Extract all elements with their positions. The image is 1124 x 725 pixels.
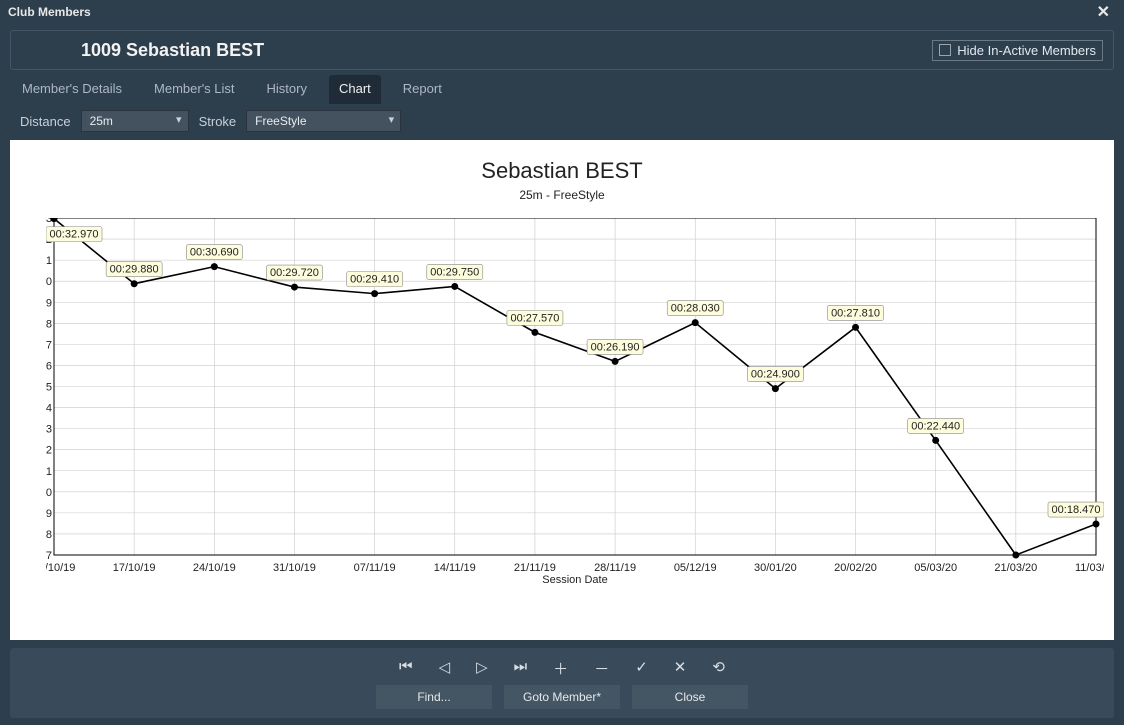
svg-text:18: 18 — [46, 529, 52, 541]
svg-text:05/03/20: 05/03/20 — [914, 562, 957, 574]
next-icon[interactable]: ▷ — [476, 658, 488, 679]
svg-text:23: 23 — [46, 424, 52, 436]
chart-title: Sebastian BEST — [10, 140, 1114, 184]
window-title: Club Members — [8, 5, 91, 19]
stroke-select[interactable]: FreeStyle — [246, 110, 401, 132]
add-icon[interactable]: ＋ — [553, 658, 568, 679]
svg-text:00:22.440: 00:22.440 — [911, 420, 960, 432]
refresh-icon[interactable]: ⟲ — [712, 658, 725, 679]
footer-panel: ⏮ ◁ ▷ ⏭ ＋ － ✓ ✕ ⟲ Find... Goto Member* C… — [10, 648, 1114, 718]
hide-inactive-label: Hide In-Active Members — [957, 43, 1096, 58]
distance-label: Distance — [20, 114, 71, 129]
goto-member-button[interactable]: Goto Member* — [504, 685, 620, 709]
tab-report[interactable]: Report — [393, 75, 452, 104]
svg-text:21: 21 — [46, 466, 52, 478]
svg-text:30: 30 — [46, 276, 52, 288]
member-title: 1009 Sebastian BEST — [81, 40, 264, 61]
tab-chart[interactable]: Chart — [329, 75, 381, 104]
svg-text:00:28.030: 00:28.030 — [671, 303, 720, 315]
svg-text:19: 19 — [46, 508, 52, 520]
record-nav: ⏮ ◁ ▷ ⏭ ＋ － ✓ ✕ ⟲ — [399, 658, 725, 679]
close-icon[interactable]: ✕ — [1091, 2, 1116, 22]
tab-history[interactable]: History — [257, 75, 317, 104]
svg-text:28: 28 — [46, 318, 52, 330]
svg-text:28/11/19: 28/11/19 — [594, 562, 636, 574]
find-button[interactable]: Find... — [376, 685, 492, 709]
svg-text:27: 27 — [46, 339, 52, 351]
svg-text:25: 25 — [46, 382, 52, 394]
chart-subtitle: 25m - FreeStyle — [10, 188, 1114, 202]
cancel-icon[interactable]: ✕ — [674, 658, 687, 679]
prev-icon[interactable]: ◁ — [439, 658, 451, 679]
svg-text:21/11/19: 21/11/19 — [514, 562, 556, 574]
hide-inactive-checkbox[interactable]: Hide In-Active Members — [932, 40, 1103, 61]
svg-text:11/03/21: 11/03/21 — [1075, 562, 1104, 574]
svg-text:00:26.190: 00:26.190 — [591, 341, 640, 353]
tab-details[interactable]: Member's Details — [12, 75, 132, 104]
svg-text:31/10/19: 31/10/19 — [273, 562, 316, 574]
svg-text:14/11/19: 14/11/19 — [434, 562, 476, 574]
confirm-icon[interactable]: ✓ — [635, 658, 648, 679]
svg-text:20: 20 — [46, 487, 52, 499]
svg-text:00:30.690: 00:30.690 — [190, 247, 239, 259]
svg-text:17/10/19: 17/10/19 — [113, 562, 156, 574]
svg-text:Session Date: Session Date — [542, 574, 607, 585]
svg-text:31: 31 — [46, 255, 52, 267]
svg-text:24/10/19: 24/10/19 — [193, 562, 236, 574]
svg-text:26: 26 — [46, 360, 52, 372]
svg-text:00:32.970: 00:32.970 — [50, 229, 99, 241]
svg-text:22: 22 — [46, 445, 52, 457]
chart-svg: 171819202122232425262728293031323315/10/… — [46, 218, 1104, 585]
window-titlebar: Club Members ✕ — [0, 0, 1124, 24]
svg-text:00:29.750: 00:29.750 — [430, 266, 479, 278]
svg-text:05/12/19: 05/12/19 — [674, 562, 717, 574]
svg-text:17: 17 — [46, 550, 52, 562]
remove-icon[interactable]: － — [594, 658, 609, 679]
svg-text:00:24.900: 00:24.900 — [751, 369, 800, 381]
chart-controls: Distance 25m Stroke FreeStyle — [0, 104, 1124, 140]
distance-value: 25m — [90, 114, 113, 128]
distance-select[interactable]: 25m — [81, 110, 189, 132]
svg-text:00:29.880: 00:29.880 — [110, 264, 159, 276]
svg-text:20/02/20: 20/02/20 — [834, 562, 877, 574]
svg-text:15/10/19: 15/10/19 — [46, 562, 75, 574]
chart-area: Sebastian BEST 25m - FreeStyle 17 18 19 20 2… — [10, 140, 1114, 640]
svg-text:00:29.720: 00:29.720 — [270, 267, 319, 279]
svg-text:00:29.410: 00:29.410 — [350, 274, 399, 286]
close-button[interactable]: Close — [632, 685, 748, 709]
stroke-label: Stroke — [199, 114, 237, 129]
stroke-value: FreeStyle — [255, 114, 306, 128]
svg-text:24: 24 — [46, 403, 52, 415]
svg-text:29: 29 — [46, 297, 52, 309]
svg-text:30/01/20: 30/01/20 — [754, 562, 797, 574]
first-icon[interactable]: ⏮ — [399, 658, 413, 679]
last-icon[interactable]: ⏭ — [514, 658, 528, 679]
checkbox-box-icon — [939, 44, 951, 56]
tab-list[interactable]: Member's List — [144, 75, 245, 104]
svg-text:21/03/20: 21/03/20 — [994, 562, 1037, 574]
svg-text:07/11/19: 07/11/19 — [354, 562, 396, 574]
tab-bar: Member's Details Member's List History C… — [0, 74, 1124, 104]
svg-text:00:27.570: 00:27.570 — [510, 312, 559, 324]
svg-text:00:18.470: 00:18.470 — [1052, 504, 1101, 516]
svg-text:00:27.810: 00:27.810 — [831, 307, 880, 319]
member-header: 1009 Sebastian BEST Hide In-Active Membe… — [10, 30, 1114, 70]
